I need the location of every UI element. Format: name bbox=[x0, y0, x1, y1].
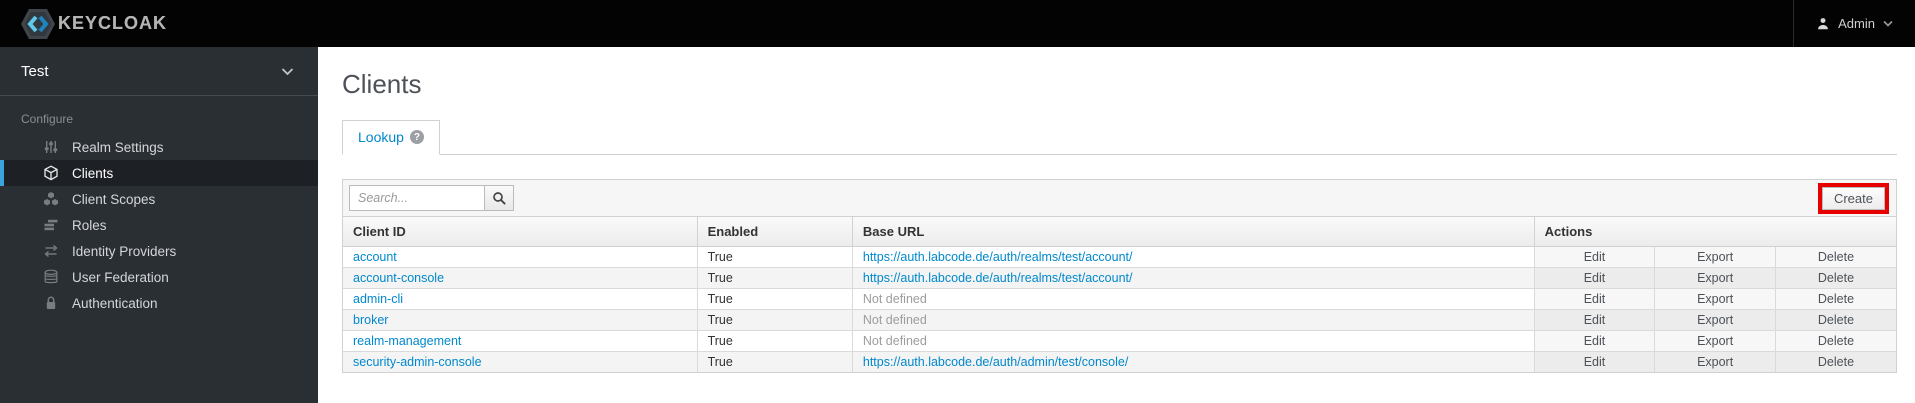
col-header-actions: Actions bbox=[1533, 217, 1896, 247]
realm-name: Test bbox=[21, 62, 49, 80]
table-row: account True https://auth.labcode.de/auth/… bbox=[343, 246, 1896, 268]
export-button[interactable]: Export bbox=[1654, 330, 1776, 352]
sidebar-section-configure: Configure bbox=[21, 112, 74, 126]
enabled-value: True bbox=[696, 330, 853, 352]
lock-icon bbox=[42, 295, 59, 312]
edit-button[interactable]: Edit bbox=[1533, 309, 1655, 331]
enabled-value: True bbox=[696, 288, 853, 310]
sidebar-item-label: Authentication bbox=[72, 295, 158, 311]
database-icon bbox=[42, 269, 59, 286]
table-row: admin-cli True Not defined Edit Export Delete bbox=[343, 288, 1896, 310]
client-id-link[interactable]: account bbox=[343, 246, 698, 268]
col-header-enabled: Enabled bbox=[696, 217, 853, 247]
logo-text: KEYCLOAK bbox=[58, 13, 168, 33]
client-id-link[interactable]: security-admin-console bbox=[343, 351, 698, 372]
sidebar-item-label: User Federation bbox=[72, 269, 169, 285]
sidebar-item-client-scopes[interactable]: Client Scopes bbox=[0, 186, 318, 212]
help-icon[interactable]: ? bbox=[409, 130, 424, 144]
delete-button[interactable]: Delete bbox=[1774, 351, 1896, 372]
sidebar-item-label: Client Scopes bbox=[72, 191, 156, 207]
table-row: account-console True https://auth.labcode.… bbox=[343, 267, 1896, 289]
tab-bar: Lookup ? bbox=[342, 120, 1897, 155]
enabled-value: True bbox=[696, 246, 853, 268]
edit-button[interactable]: Edit bbox=[1533, 330, 1655, 352]
topbar: KEYCLOAK Admin bbox=[0, 0, 1915, 47]
body-row: Test Configure Realm Settings Clients Clie… bbox=[0, 47, 1915, 403]
base-url-not-defined: Not defined bbox=[851, 309, 1535, 331]
main-content: Clients Lookup ? Search... Create Client… bbox=[318, 47, 1915, 403]
table-row: security-admin-console True https://auth.l… bbox=[343, 351, 1896, 372]
sidebar-item-label: Clients bbox=[72, 165, 114, 181]
sidebar-item-label: Realm Settings bbox=[72, 139, 164, 155]
table-row: broker True Not defined Edit Export Delete bbox=[343, 309, 1896, 331]
sidebar: Test Configure Realm Settings Clients Clie… bbox=[0, 47, 318, 403]
export-button[interactable]: Export bbox=[1654, 351, 1776, 372]
sidebar-item-label: Identity Providers bbox=[72, 243, 177, 259]
cube-icon bbox=[42, 165, 59, 182]
client-id-link[interactable]: admin-cli bbox=[343, 288, 698, 310]
client-id-link[interactable]: account-console bbox=[343, 267, 698, 289]
sidebar-item-label: Roles bbox=[72, 217, 107, 233]
sliders-icon bbox=[42, 139, 59, 156]
delete-button[interactable]: Delete bbox=[1774, 330, 1896, 352]
enabled-value: True bbox=[696, 309, 853, 331]
table-row: realm-management True Not defined Edit Expor… bbox=[343, 330, 1896, 352]
tab-lookup-label: Lookup bbox=[358, 129, 404, 145]
search-group bbox=[349, 185, 514, 211]
export-button[interactable]: Export bbox=[1654, 246, 1776, 268]
app-root: KEYCLOAK Admin Test Configure Realm Sett… bbox=[0, 0, 1915, 403]
delete-button[interactable]: Delete bbox=[1774, 267, 1896, 289]
sidebar-item-roles[interactable]: Roles bbox=[0, 212, 318, 238]
delete-button[interactable]: Delete bbox=[1774, 309, 1896, 331]
sidebar-item-user-federation[interactable]: User Federation bbox=[0, 264, 318, 290]
table-toolbar: Create bbox=[343, 180, 1896, 217]
export-button[interactable]: Export bbox=[1654, 309, 1776, 331]
user-name: Admin bbox=[1838, 16, 1875, 31]
export-button[interactable]: Export bbox=[1654, 267, 1776, 289]
base-url-link[interactable]: https://auth.labcode.de/auth/admin/test/… bbox=[851, 351, 1535, 372]
user-menu[interactable]: Admin bbox=[1793, 0, 1915, 47]
user-icon bbox=[1816, 16, 1830, 31]
search-input[interactable] bbox=[349, 185, 485, 211]
client-id-link[interactable]: broker bbox=[343, 309, 698, 331]
realm-selector[interactable]: Test bbox=[0, 47, 318, 96]
export-button[interactable]: Export bbox=[1654, 288, 1776, 310]
sidebar-item-clients[interactable]: Clients bbox=[0, 160, 318, 186]
edit-button[interactable]: Edit bbox=[1533, 351, 1655, 372]
keycloak-logo-icon bbox=[20, 8, 56, 40]
list-icon bbox=[42, 217, 59, 234]
client-id-link[interactable]: realm-management bbox=[343, 330, 698, 352]
sidebar-item-realm-settings[interactable]: Realm Settings bbox=[0, 134, 318, 160]
delete-button[interactable]: Delete bbox=[1774, 246, 1896, 268]
search-icon bbox=[492, 191, 506, 205]
create-button[interactable]: Create bbox=[1817, 182, 1890, 214]
delete-button[interactable]: Delete bbox=[1774, 288, 1896, 310]
base-url-link[interactable]: https://auth.labcode.de/auth/realms/test… bbox=[851, 246, 1535, 268]
edit-button[interactable]: Edit bbox=[1533, 267, 1655, 289]
base-url-not-defined: Not defined bbox=[851, 330, 1535, 352]
edit-button[interactable]: Edit bbox=[1533, 246, 1655, 268]
enabled-value: True bbox=[696, 351, 853, 372]
tab-lookup[interactable]: Lookup ? bbox=[342, 120, 440, 155]
sidebar-nav: Realm Settings Clients Client Scopes Roles I… bbox=[0, 134, 318, 316]
col-header-client-id: Client ID bbox=[343, 217, 698, 247]
enabled-value: True bbox=[696, 267, 853, 289]
table-header-row: Client ID Enabled Base URL Actions bbox=[343, 217, 1896, 247]
keycloak-logo[interactable]: KEYCLOAK bbox=[20, 8, 167, 40]
exchange-icon bbox=[42, 243, 59, 260]
col-header-base-url: Base URL bbox=[851, 217, 1535, 247]
clients-table: Client ID Enabled Base URL Actions accou… bbox=[343, 217, 1896, 372]
chevron-down-icon bbox=[1883, 20, 1893, 27]
edit-button[interactable]: Edit bbox=[1533, 288, 1655, 310]
search-button[interactable] bbox=[484, 185, 514, 211]
chevron-down-icon bbox=[281, 67, 294, 76]
sidebar-item-authentication[interactable]: Authentication bbox=[0, 290, 318, 316]
sidebar-item-identity-providers[interactable]: Identity Providers bbox=[0, 238, 318, 264]
clients-panel: Create Client ID Enabled Base URL Action… bbox=[342, 179, 1897, 373]
cubes-icon bbox=[42, 191, 59, 208]
base-url-link[interactable]: https://auth.labcode.de/auth/realms/test… bbox=[851, 267, 1535, 289]
base-url-not-defined: Not defined bbox=[851, 288, 1535, 310]
page-title: Clients bbox=[342, 69, 422, 99]
